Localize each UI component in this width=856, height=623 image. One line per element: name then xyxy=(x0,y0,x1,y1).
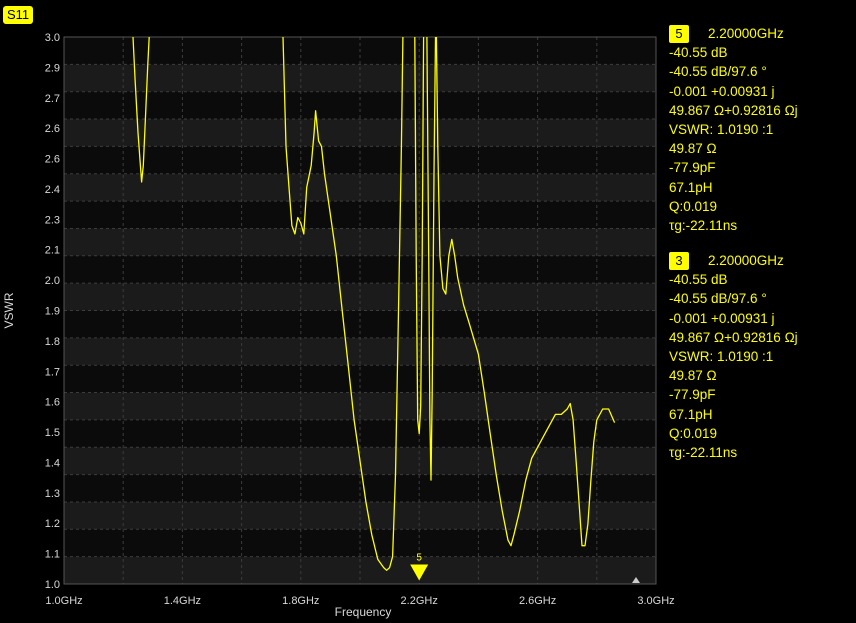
marker-polar: -40.55 dB/97.6 ° xyxy=(669,64,767,80)
marker-inductance: 67.1pH xyxy=(669,179,713,195)
marker-return-loss: -40.55 dB xyxy=(669,45,728,61)
marker-group-delay: τg:-22.11ns xyxy=(669,445,738,461)
y-axis-label: VSWR xyxy=(2,292,16,328)
y-tick-label: 1.1 xyxy=(45,549,60,561)
marker-frequency: 2.20000GHz xyxy=(708,253,784,268)
y-tick-label: 1.9 xyxy=(45,306,60,318)
y-tick-label: 2.9 xyxy=(45,62,60,74)
marker-capacitance: -77.9pF xyxy=(669,387,716,403)
y-tick-label: 1.8 xyxy=(45,336,60,348)
marker-resistance: 49.87 Ω xyxy=(669,141,717,157)
y-tick-label: 2.6 xyxy=(45,123,60,135)
y-tick-label: 2.3 xyxy=(45,214,60,226)
y-tick-label: 1.0 xyxy=(45,579,60,591)
y-tick-label: 1.7 xyxy=(45,366,60,378)
y-tick-label: 1.2 xyxy=(45,518,60,530)
marker-return-loss: -40.55 dB xyxy=(669,272,728,288)
marker-number-badge[interactable]: 3 xyxy=(669,251,689,270)
y-tick-label: 2.4 xyxy=(45,184,60,196)
x-tick-label: 1.8GHz xyxy=(282,595,319,607)
y-tick-label: 3.0 xyxy=(45,32,60,44)
x-tick-label: 3.0GHz xyxy=(637,595,674,607)
marker-q-factor: Q:0.019 xyxy=(669,425,718,441)
x-tick-label: 2.6GHz xyxy=(519,595,556,607)
marker-complex: -0.001 +0.00931 j xyxy=(669,310,775,326)
y-tick-label: 2.0 xyxy=(45,275,60,287)
y-tick-label: 2.7 xyxy=(45,93,60,105)
marker-inductance: 67.1pH xyxy=(669,406,713,422)
marker-vswr: VSWR: 1.0190 :1 xyxy=(669,349,774,365)
marker-panel-3: 3 2.20000GHz -40.55 dB -40.55 dB/97.6 ° … xyxy=(669,251,798,462)
marker-vswr: VSWR: 1.0190 :1 xyxy=(669,122,774,138)
x-tick-label: 2.2GHz xyxy=(401,595,438,607)
marker-panel-5: 5 2.20000GHz -40.55 dB -40.55 dB/97.6 ° … xyxy=(669,24,798,235)
marker-capacitance: -77.9pF xyxy=(669,160,716,176)
y-tick-label: 2.1 xyxy=(45,245,60,257)
marker-resistance: 49.87 Ω xyxy=(669,368,717,384)
x-axis-label: Frequency xyxy=(335,605,392,619)
marker-polar: -40.55 dB/97.6 ° xyxy=(669,291,767,307)
y-tick-label: 1.6 xyxy=(45,397,60,409)
x-tick-label: 1.0GHz xyxy=(45,595,82,607)
marker-group-delay: τg:-22.11ns xyxy=(669,218,738,234)
y-tick-label: 1.5 xyxy=(45,427,60,439)
marker-impedance: 49.867 Ω+0.92816 Ωj xyxy=(669,329,798,345)
marker-complex: -0.001 +0.00931 j xyxy=(669,83,775,99)
y-tick-label: 1.3 xyxy=(45,488,60,500)
marker-label: 5 xyxy=(416,553,422,564)
y-tick-label: 2.6 xyxy=(45,154,60,166)
y-tick-label: 1.4 xyxy=(45,457,60,469)
x-tick-label: 1.4GHz xyxy=(164,595,201,607)
marker-impedance: 49.867 Ω+0.92816 Ωj xyxy=(669,102,798,118)
marker-q-factor: Q:0.019 xyxy=(669,198,718,214)
marker-frequency: 2.20000GHz xyxy=(708,26,784,41)
marker-number-badge[interactable]: 5 xyxy=(669,24,689,43)
trace-label-badge[interactable]: S11 xyxy=(3,6,34,24)
